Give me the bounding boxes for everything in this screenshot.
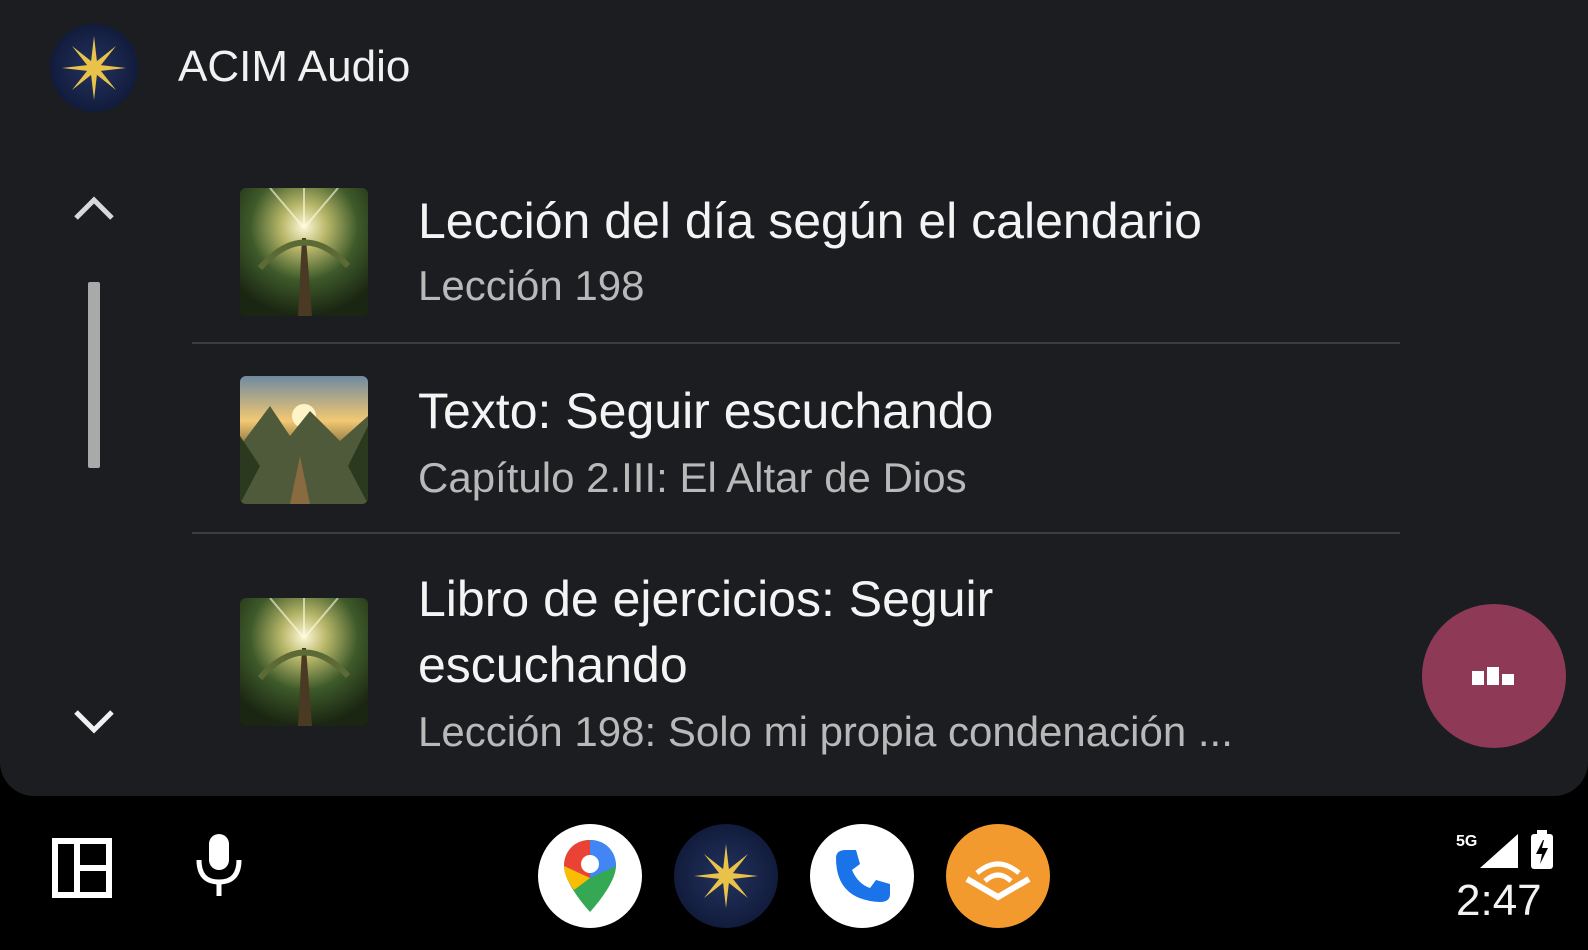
app-logo — [50, 24, 138, 112]
item-title: Libro de ejercicios: Seguir escuchando — [418, 571, 994, 693]
clock: 2:47 — [1456, 876, 1542, 925]
phone-icon — [836, 850, 890, 902]
status-area: 5G — [1456, 830, 1554, 875]
chevron-down-icon — [74, 710, 114, 734]
now-playing-button[interactable] — [1422, 604, 1566, 748]
sun-star-icon — [62, 36, 126, 100]
item-title: Texto: Seguir escuchando — [418, 383, 994, 439]
item-subtitle: Capítulo 2.III: El Altar de Dios — [418, 454, 967, 501]
list-item[interactable]: Texto: Seguir escuchando Capítulo 2.III:… — [192, 344, 1400, 532]
app-title: ACIM Audio — [178, 42, 411, 91]
chevron-up-icon — [74, 196, 114, 220]
microphone-button[interactable] — [186, 830, 252, 900]
scroll-up-button[interactable] — [64, 178, 124, 238]
audible-app[interactable] — [946, 824, 1050, 928]
network-label: 5G — [1456, 833, 1477, 850]
signal-5g-icon: 5G — [1456, 833, 1518, 868]
forest-light-thumbnail — [240, 598, 368, 726]
mountain-sunset-thumbnail — [240, 376, 368, 504]
item-subtitle: Lección 198: Solo mi propia condenación … — [418, 708, 1233, 755]
item-title: Lección del día según el calendario — [418, 193, 1202, 249]
dashboard-icon — [52, 838, 112, 898]
forest-light-thumbnail — [240, 188, 368, 316]
list-item[interactable]: Libro de ejercicios: Seguir escuchando L… — [192, 534, 1400, 796]
phone-app[interactable] — [810, 824, 914, 928]
dashboard-button[interactable] — [48, 834, 116, 902]
battery-charging-icon — [1531, 830, 1553, 869]
map-pin-icon — [564, 840, 616, 912]
microphone-icon — [196, 834, 242, 896]
sun-star-icon — [694, 844, 758, 908]
google-maps-app[interactable] — [538, 824, 642, 928]
scrollbar-thumb[interactable] — [88, 282, 100, 468]
now-playing-icon — [1472, 667, 1514, 685]
audible-icon — [965, 861, 1031, 901]
scroll-down-button[interactable] — [64, 692, 124, 752]
acim-audio-app[interactable] — [674, 824, 778, 928]
list-item[interactable]: Lección del día según el calendario Lecc… — [192, 170, 1400, 342]
item-subtitle: Lección 198 — [418, 262, 645, 309]
app-panel: ACIM Audio Lección del día según el cale… — [0, 0, 1588, 796]
